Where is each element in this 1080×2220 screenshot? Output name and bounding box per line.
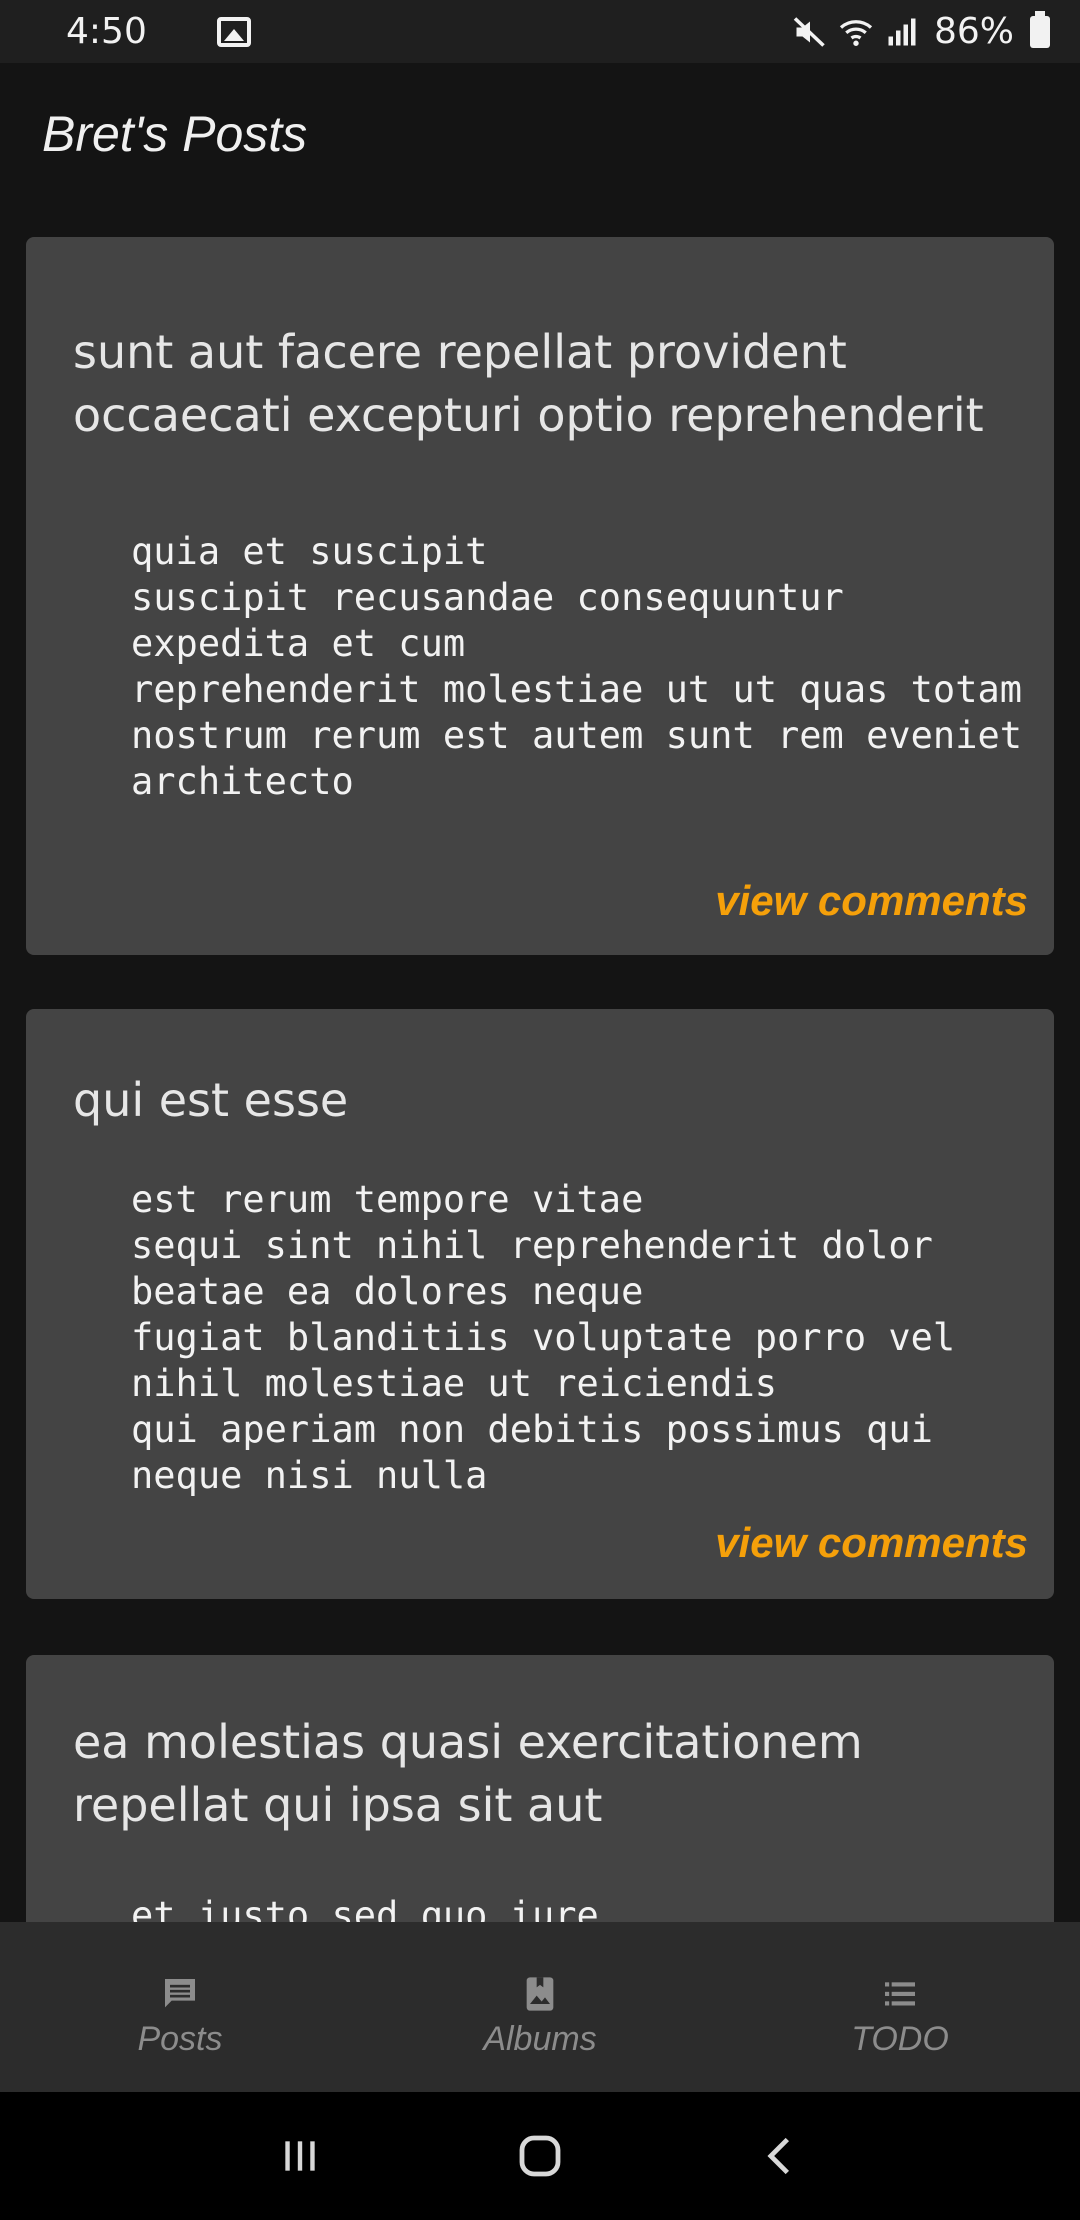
post-card: qui est esse est rerum tempore vitae seq…: [26, 1009, 1054, 1599]
system-nav-bar: [0, 2092, 1080, 2220]
view-comments-link[interactable]: view comments: [715, 1519, 1028, 1567]
status-icons: 86%: [792, 10, 1050, 52]
comment-icon: [165, 1979, 195, 2008]
post-body: et iusto sed quo iure: [131, 1894, 599, 1922]
signal-icon: [888, 18, 916, 45]
wifi-icon: [839, 19, 873, 46]
tab-posts[interactable]: Posts: [0, 1922, 360, 2092]
tab-label: TODO: [851, 2020, 949, 2058]
tab-todo[interactable]: TODO: [720, 1922, 1080, 2092]
back-icon: [767, 2137, 790, 2175]
photo-album-icon: [526, 1977, 554, 2011]
tab-label: Posts: [137, 2020, 223, 2058]
post-body: quia et suscipit suscipit recusandae con…: [131, 530, 1023, 803]
post-title: sunt aut facere repellat provident occae…: [73, 325, 984, 442]
post-card: sunt aut facere repellat provident occae…: [26, 237, 1054, 955]
home-button[interactable]: [510, 2126, 570, 2186]
post-body: est rerum tempore vitae sequi sint nihil…: [131, 1178, 956, 1497]
battery-percent: 86%: [933, 11, 1014, 52]
post-card: ea molestias quasi exercitationem repell…: [26, 1655, 1054, 1922]
view-comments-link[interactable]: view comments: [715, 877, 1028, 925]
status-bar: 4:50 86%: [0, 0, 1080, 63]
image-icon: [216, 16, 251, 47]
recent-apps-icon: [285, 2141, 315, 2171]
battery-icon: [1030, 10, 1050, 48]
tab-label: Albums: [483, 2020, 597, 2058]
list-icon: [885, 1982, 915, 2006]
tab-albums[interactable]: Albums: [360, 1922, 720, 2092]
status-time: 4:50: [66, 11, 147, 52]
recent-apps-button[interactable]: [270, 2126, 330, 2186]
post-title: qui est esse: [73, 1073, 349, 1127]
back-button[interactable]: [750, 2126, 810, 2186]
post-title: ea molestias quasi exercitationem repell…: [73, 1715, 863, 1832]
mute-icon: [793, 16, 825, 47]
page-title: Bret's Posts: [42, 106, 308, 162]
posts-list[interactable]: sunt aut facere repellat provident occae…: [0, 207, 1080, 1922]
bottom-tab-bar: Posts Albums TODO: [0, 1922, 1080, 2092]
home-icon: [519, 2135, 561, 2177]
app-header: Bret's Posts: [0, 63, 1080, 207]
